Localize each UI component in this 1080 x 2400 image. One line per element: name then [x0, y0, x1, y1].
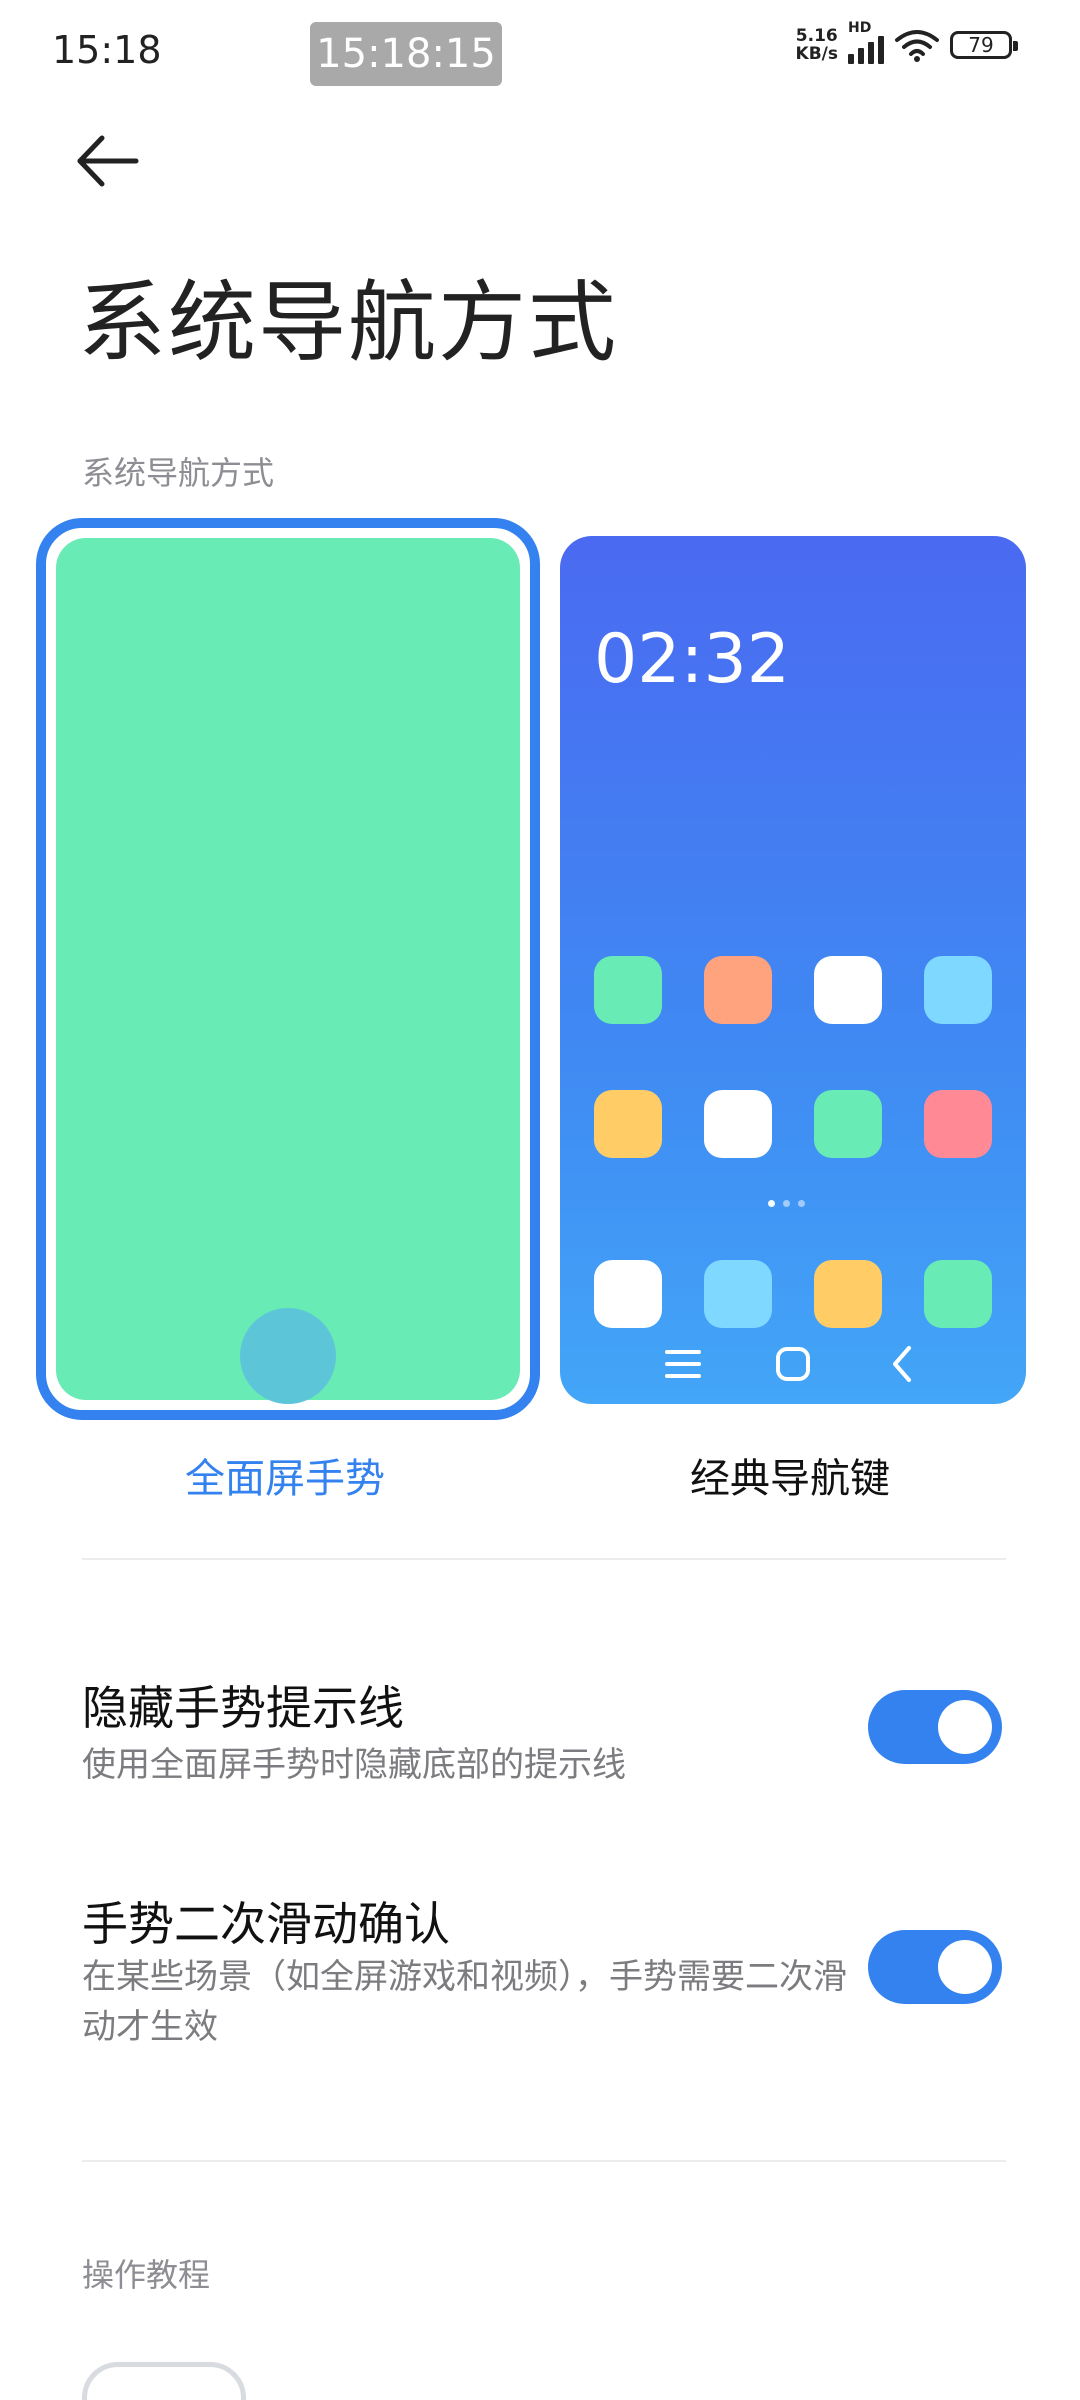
app-icon — [924, 1090, 992, 1158]
screen: 15:18 15:18:15 5.16 KB/s HD 79 系统导航方式 系统… — [0, 0, 1080, 2400]
back-icon — [893, 1346, 911, 1382]
app-icon — [704, 956, 772, 1024]
app-icon — [704, 1090, 772, 1158]
hd-label: HD — [848, 20, 872, 36]
page-title: 系统导航方式 — [78, 271, 619, 374]
toggle-gesture-confirm[interactable] — [868, 1930, 1002, 2004]
setting-subtitle-hide-gesture-line: 使用全面屏手势时隐藏底部的提示线 — [82, 1745, 626, 1785]
net-speed: 5.16 KB/s — [796, 27, 838, 63]
signal-icon: HD — [848, 20, 884, 64]
app-icon — [924, 956, 992, 1024]
section-label-navigation: 系统导航方式 — [82, 454, 275, 492]
app-icon — [924, 1260, 992, 1328]
net-speed-unit: KB/s — [795, 44, 838, 64]
divider — [82, 2160, 1006, 2162]
status-icons: 5.16 KB/s HD 79 — [796, 20, 1018, 64]
status-time: 15:18 — [52, 28, 162, 72]
setting-subtitle-gesture-confirm: 在某些场景（如全屏游戏和视频），手势需要二次滑动才生效 — [82, 1957, 847, 2047]
classic-nav-preview[interactable]: 02:32 — [560, 536, 1026, 1404]
setting-title-hide-gesture-line: 隐藏手势提示线 — [82, 1681, 404, 1735]
app-icon — [594, 1260, 662, 1328]
gesture-preview[interactable] — [56, 538, 520, 1400]
option-label-gesture[interactable]: 全面屏手势 — [185, 1446, 385, 1504]
setting-title-gesture-confirm: 手势二次滑动确认 — [82, 1897, 450, 1951]
net-speed-value: 5.16 — [795, 26, 838, 46]
app-icon — [704, 1260, 772, 1328]
app-icon — [594, 956, 662, 1024]
page-indicator — [768, 1200, 805, 1207]
app-icon — [814, 1260, 882, 1328]
battery-level: 79 — [968, 33, 994, 57]
app-icon — [814, 1090, 882, 1158]
clock-pill: 15:18:15 — [310, 22, 502, 86]
arrow-left-icon[interactable] — [72, 128, 142, 198]
app-icon — [594, 1090, 662, 1158]
section-label-tutorial: 操作教程 — [82, 2256, 211, 2294]
toggle-hide-gesture-line[interactable] — [868, 1690, 1002, 1764]
app-icon — [814, 956, 882, 1024]
option-label-classic[interactable]: 经典导航键 — [690, 1446, 890, 1504]
tutorial-thumbnail[interactable] — [82, 2362, 246, 2400]
gesture-touch-indicator — [240, 1308, 336, 1404]
preview-clock: 02:32 — [594, 620, 790, 699]
menu-icon — [665, 1350, 701, 1378]
toggle-knob — [938, 1700, 992, 1754]
wifi-icon — [895, 30, 939, 62]
home-icon — [776, 1347, 810, 1381]
divider — [82, 1558, 1006, 1560]
battery-icon: 79 — [950, 31, 1018, 59]
toggle-knob — [938, 1940, 992, 1994]
